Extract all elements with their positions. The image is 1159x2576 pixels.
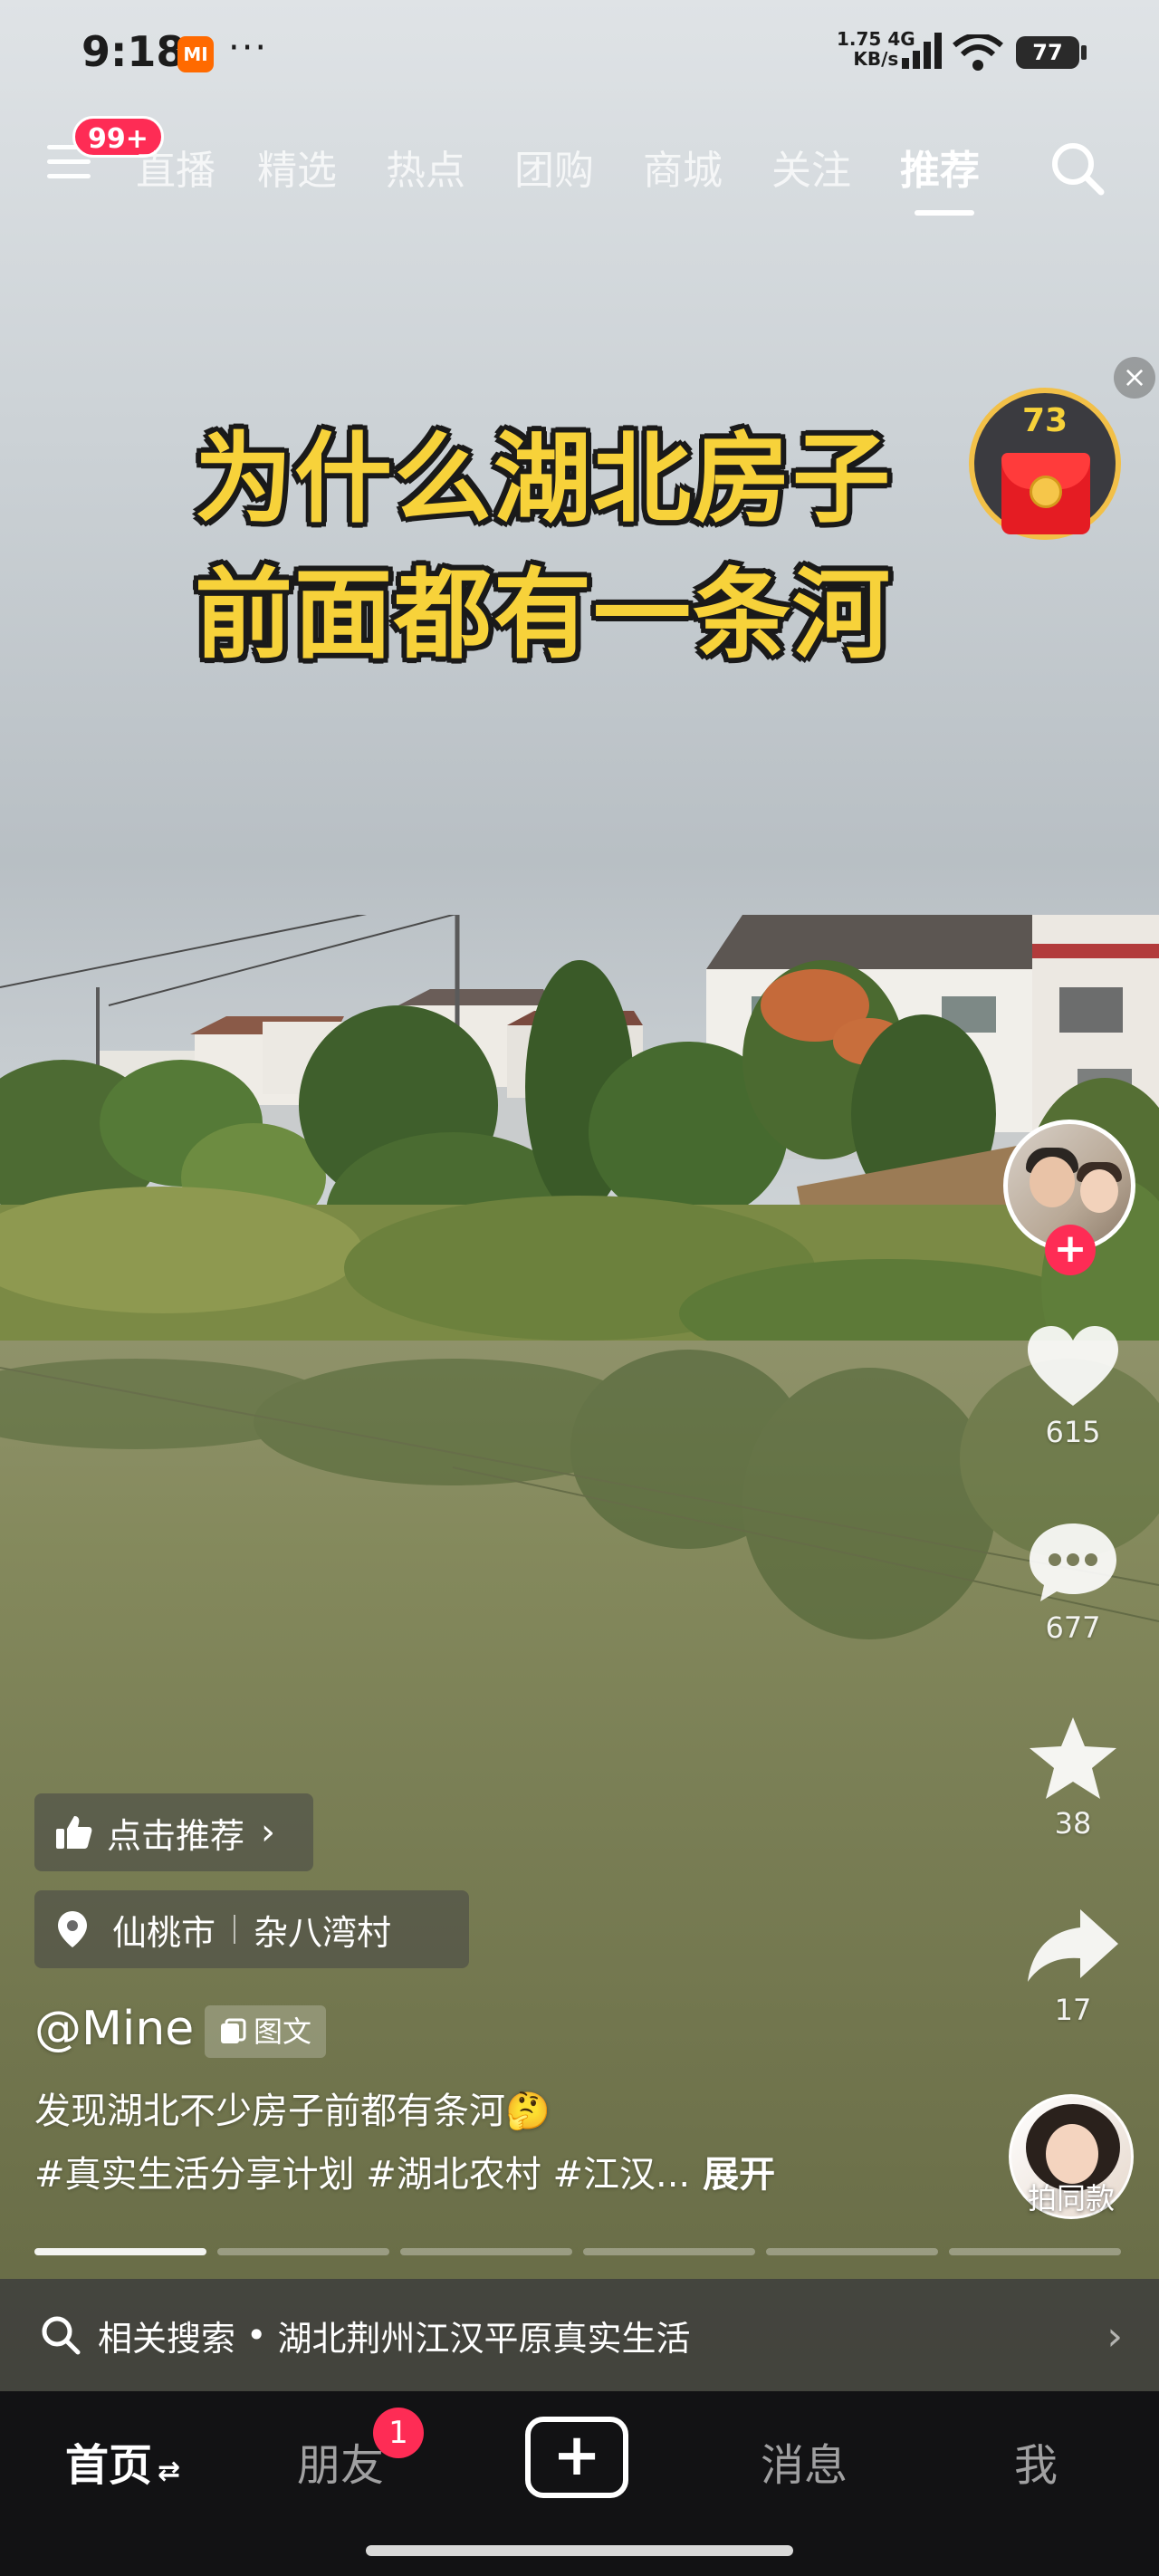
search-icon[interactable] — [1049, 139, 1106, 197]
tab-group-buy[interactable]: 团购 — [514, 138, 594, 196]
heart-icon — [1028, 1326, 1118, 1406]
hashtags[interactable]: #真实生活分享计划 #湖北农村 #江汉... — [34, 2154, 690, 2196]
create-button[interactable]: + — [525, 2417, 628, 2498]
gold-coin-icon — [1030, 476, 1062, 508]
share-button[interactable]: 17 — [1014, 1906, 1132, 2027]
wifi-icon — [953, 34, 1003, 71]
description-text: 发现湖北不少房子前都有条河🤔 — [34, 2091, 551, 2132]
recommend-chip-label: 点击推荐 — [107, 1815, 245, 1856]
author-name[interactable]: @Mine — [34, 2002, 194, 2056]
headline-line-2: 前面都有一条河 — [194, 559, 892, 672]
related-search-query: 湖北荆州江汉平原真实生活 — [277, 2318, 691, 2359]
red-packet-count: 73 — [1021, 402, 1068, 439]
switch-icon: ⇄ — [158, 2456, 181, 2487]
like-count: 615 — [1045, 1415, 1101, 1449]
comment-icon — [1030, 1523, 1116, 1601]
related-search-prefix: 相关搜索 — [98, 2318, 236, 2359]
tab-following[interactable]: 关注 — [771, 138, 851, 196]
battery-tip — [1081, 45, 1087, 60]
friends-badge: 1 — [373, 2408, 424, 2458]
progress-segment — [34, 2248, 206, 2255]
bottom-tab-friends[interactable]: 朋友 — [297, 2429, 384, 2493]
battery-level: 77 — [1016, 36, 1079, 69]
status-bar: 9:18 MI ··· 1.75 4G KB/s 77 — [0, 0, 1159, 109]
chevron-right-icon: › — [1106, 2313, 1123, 2360]
post-type-label: 图文 — [254, 2014, 312, 2049]
river-reflection — [0, 1350, 1159, 1639]
related-search-dot: • — [246, 2315, 267, 2355]
chevron-right-icon: › — [261, 1812, 276, 1853]
bottom-tab-home[interactable]: 首页 ⇄ — [65, 2429, 180, 2493]
tab-recommended[interactable]: 推荐 — [900, 138, 980, 196]
bottom-tab-me[interactable]: 我 — [1014, 2429, 1058, 2493]
expand-button[interactable]: 展开 — [703, 2154, 775, 2196]
location-place: 杂八湾村 — [254, 1912, 392, 1953]
follow-button[interactable]: + — [1045, 1225, 1096, 1275]
star-icon — [1030, 1717, 1116, 1799]
related-search-bar[interactable]: 相关搜索 • 湖北荆州江汉平原真实生活 › — [0, 2279, 1159, 2391]
active-tab-indicator — [915, 210, 974, 216]
share-count: 17 — [1054, 1993, 1092, 2027]
home-indicator[interactable] — [366, 2545, 793, 2556]
mi-app-icon: MI — [177, 36, 214, 72]
comment-count: 677 — [1045, 1610, 1101, 1645]
tab-live[interactable]: 直播 — [136, 138, 216, 196]
location-chip[interactable]: 仙桃市 杂八湾村 — [34, 1890, 469, 1968]
favorite-button[interactable]: 38 — [1014, 1716, 1132, 1841]
progress-segment — [217, 2248, 389, 2255]
status-time: 9:18 — [81, 27, 186, 76]
red-packet-close-icon[interactable]: × — [1114, 357, 1155, 399]
progress-segment — [400, 2248, 572, 2255]
comment-button[interactable]: 677 — [1014, 1520, 1132, 1645]
recommend-chip[interactable]: 点击推荐 › — [34, 1793, 313, 1871]
more-notifications-icon: ··· — [228, 27, 269, 69]
post-type-tag: 图文 — [205, 2005, 327, 2058]
favorite-count: 38 — [1054, 1806, 1092, 1841]
progress-segment — [583, 2248, 755, 2255]
tab-hot[interactable]: 热点 — [386, 138, 465, 196]
like-button[interactable]: 615 — [1014, 1324, 1132, 1449]
location-separator — [234, 1915, 236, 1944]
tab-mall[interactable]: 商城 — [643, 138, 723, 196]
tab-featured[interactable]: 精选 — [257, 138, 337, 196]
image-progress-indicator — [34, 2248, 1121, 2255]
share-arrow-icon — [1028, 1909, 1118, 1982]
progress-segment — [766, 2248, 938, 2255]
search-icon — [42, 2316, 81, 2355]
image-post-icon — [221, 2018, 246, 2043]
same-style-label[interactable]: 拍同款 — [1003, 2176, 1139, 2217]
location-city: 仙桃市 — [112, 1912, 216, 1953]
progress-segment — [949, 2248, 1121, 2255]
location-pin-icon — [58, 1911, 87, 1947]
signal-icon — [902, 33, 942, 69]
post-description: 发现湖北不少房子前都有条河🤔 #真实生活分享计划 #湖北农村 #江汉... 展开 — [34, 2080, 775, 2206]
bottom-tab-messages[interactable]: 消息 — [761, 2429, 848, 2493]
thumbs-up-icon — [56, 1816, 92, 1849]
